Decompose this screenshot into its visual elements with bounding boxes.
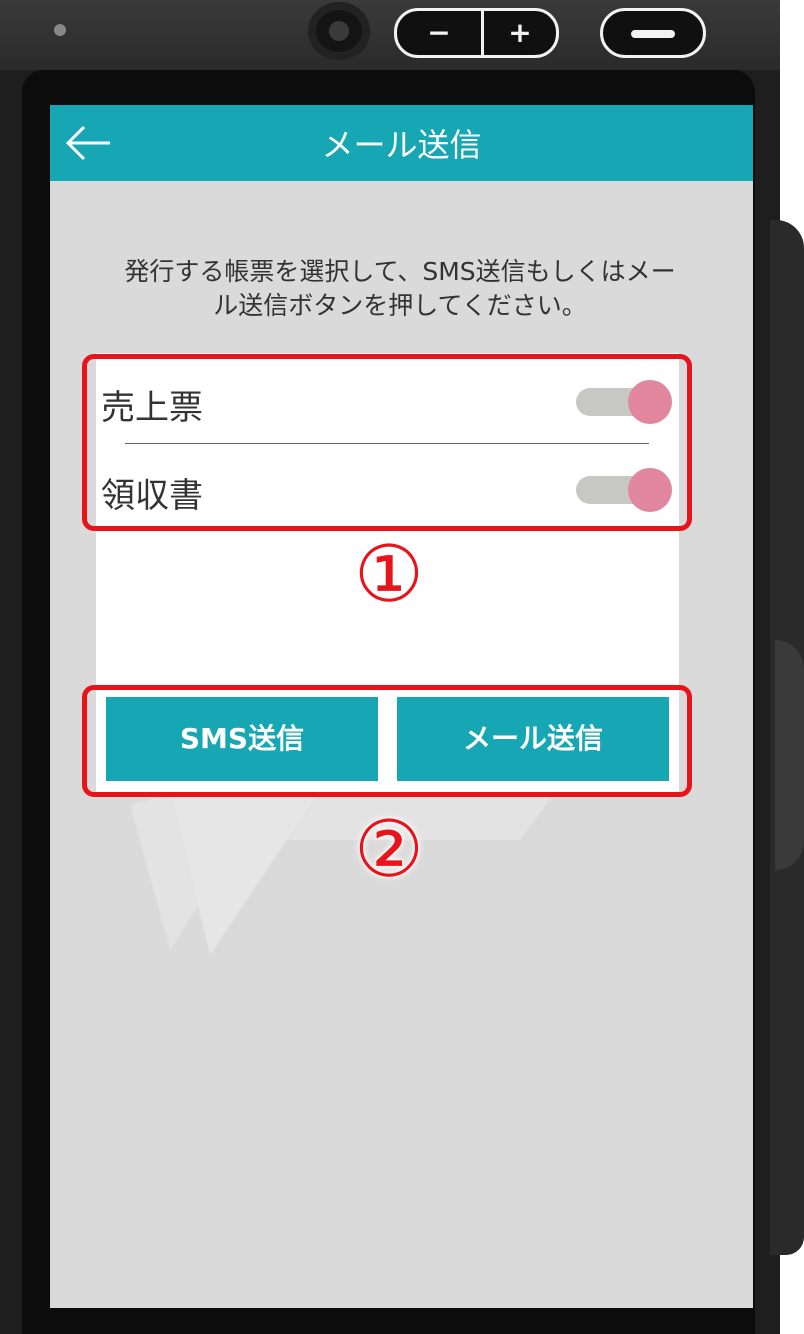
volume-up-button[interactable]: + — [481, 8, 559, 58]
instruction-text: 発行する帳票を選択して、SMS送信もしくはメー ル送信ボタンを押してください。 — [80, 255, 720, 323]
status-led-icon — [54, 24, 66, 36]
instruction-line-2: ル送信ボタンを押してください。 — [213, 291, 587, 320]
app-screen: メール送信 発行する帳票を選択して、SMS送信もしくはメー ル送信ボタンを押して… — [50, 105, 753, 1308]
page-title: メール送信 — [321, 126, 482, 164]
power-button[interactable] — [600, 8, 706, 58]
callout-frame-1 — [82, 354, 692, 531]
volume-down-button[interactable]: − — [394, 8, 484, 58]
callout-frame-2 — [82, 685, 692, 797]
callout-number-1: ① — [354, 530, 424, 620]
camera-icon — [308, 2, 370, 60]
instruction-line-1: 発行する帳票を選択して、SMS送信もしくはメー — [124, 257, 676, 286]
app-bar: メール送信 — [50, 105, 753, 181]
device-side-button[interactable] — [775, 640, 804, 870]
callout-number-2: ② — [354, 805, 424, 895]
